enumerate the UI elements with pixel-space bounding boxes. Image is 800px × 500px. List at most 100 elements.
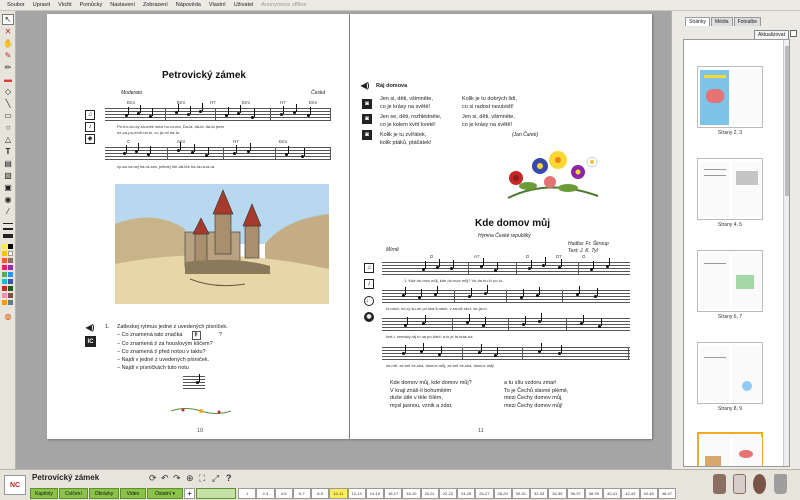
note-tool-icon[interactable]: ▤ [2,158,14,169]
color-swatch[interactable] [2,300,7,305]
speaker-icon[interactable]: ◀) [360,81,370,91]
menu-uzivatel[interactable]: Uživatel [230,2,258,8]
timeline-page[interactable]: 14-15 [365,488,384,499]
thumbnail-pages-4-5[interactable] [697,158,763,220]
timeline-page[interactable]: 20-21 [420,488,439,499]
camera-icon[interactable]: ◙ [362,114,372,124]
refresh-icon[interactable]: ⟳ [149,474,157,483]
color-swatch[interactable] [2,272,7,277]
menu-soubor[interactable]: Soubor [3,2,29,8]
audio-track-icon[interactable]: ♪ [364,279,374,289]
speaker-icon[interactable]: ◀) [85,323,95,333]
timeline-page[interactable]: 22-23 [438,488,457,499]
menu-pomucky[interactable]: Pomůcky [76,2,107,8]
menu-napoveda[interactable]: Nápověda [172,2,205,8]
tab-pages[interactable]: Stránky [685,17,710,26]
timeline-page[interactable]: 4-5 [274,488,293,499]
menu-vlozit[interactable]: Vložit [54,2,75,8]
timeline-page[interactable]: 38-39 [584,488,603,499]
timeline-page[interactable]: 24-25 [457,488,476,499]
bookmark-slot[interactable] [196,488,236,499]
help-icon[interactable]: ? [226,474,232,483]
timeline-page[interactable]: 40-41 [603,488,622,499]
menu-vlastni[interactable]: Vlastní [205,2,230,8]
triangle-tool-icon[interactable]: △ [2,134,14,145]
color-swatch[interactable] [8,279,13,284]
camera-icon[interactable]: ◙ [362,99,372,109]
thumbnail-scrollbar[interactable] [783,40,789,466]
zoom-in-icon[interactable]: ⊕ [186,474,194,483]
color-swatch[interactable] [8,286,13,291]
panel-option-checkbox[interactable] [790,30,797,37]
timeline-page[interactable]: 28-29 [493,488,512,499]
interactive-exercise-icon[interactable]: IC [85,336,96,347]
menu-nastaveni[interactable]: Nastavení [106,2,139,8]
eraser-tool-icon[interactable]: ◇ [2,86,14,97]
rectangle-tool-icon[interactable]: ▭ [2,110,14,121]
timeline-page[interactable]: 16-17 [384,488,403,499]
color-swatch[interactable] [8,272,13,277]
cross-pointer-tool-icon[interactable]: ✕ [2,26,14,37]
timeline-page[interactable]: 42-43 [621,488,640,499]
sheet-music-icon[interactable]: ♫ [85,110,95,120]
timeline-page[interactable]: 44-45 [639,488,658,499]
highlighter-tool-icon[interactable]: ▬ [2,74,14,85]
shape-tool-icon[interactable]: ▧ [2,170,14,181]
redo-icon[interactable]: ↷ [173,474,181,483]
color-swatch[interactable] [8,300,13,305]
timeline-page[interactable]: 2-3 [256,488,275,499]
timeline-page[interactable]: 32-33 [530,488,549,499]
timeline-page[interactable]: 12-13 [347,488,366,499]
add-icon[interactable]: + [184,488,195,499]
color-swatch[interactable] [2,244,7,249]
tab-video[interactable]: Video [120,488,146,499]
text-tool-icon[interactable]: T [2,146,14,157]
tab-photoalbum[interactable]: Fotoalbe [733,17,762,26]
color-swatch[interactable] [8,293,13,298]
color-swatch[interactable] [2,265,7,270]
audio-track-icon[interactable]: ♪ [85,122,95,132]
hand-tool-icon[interactable]: ✋ [2,38,14,49]
color-swatch[interactable] [8,265,13,270]
line-width-thin[interactable] [3,223,13,224]
pencil-tool-icon[interactable]: ✏ [2,62,14,73]
line-tool-icon[interactable]: ╲ [2,98,14,109]
instrument-icon[interactable]: ♩ [364,296,374,306]
fill-tool-icon[interactable]: ◉ [2,194,14,205]
timeline-page[interactable]: 26-27 [475,488,494,499]
record-disc-icon[interactable]: ◉ [364,312,374,322]
palette-icon[interactable]: ◍ [2,311,14,322]
thumbnail-pages-2-3[interactable] [697,66,763,128]
timeline-page[interactable]: 34-35 [548,488,567,499]
timeline-page[interactable]: 6-7 [292,488,311,499]
undo-icon[interactable]: ↶ [161,474,169,483]
tab-chapters[interactable]: Kapitoly [30,488,58,499]
thumbnail-pages-8-9[interactable] [697,342,763,404]
notes-icon[interactable] [733,474,746,494]
eyedropper-tool-icon[interactable]: ⁄ [2,206,14,217]
red-pen-tool-icon[interactable]: ✎ [2,50,14,61]
tab-other[interactable]: Ostatní ▾ [147,488,183,499]
timeline-page[interactable]: 30-31 [511,488,530,499]
timeline-page[interactable]: 8-9 [311,488,330,499]
fit-page-icon[interactable]: ⛶ [199,474,205,483]
timeline-page[interactable]: 36-37 [566,488,585,499]
gallery-icon[interactable] [753,474,766,494]
timeline-page[interactable]: 46-47 [657,488,676,499]
color-swatch[interactable] [8,244,13,249]
color-swatch[interactable] [2,293,7,298]
line-width-thick[interactable] [3,234,13,238]
menu-upravit[interactable]: Upravit [29,2,54,8]
color-swatch[interactable] [8,251,13,256]
color-swatch[interactable] [2,258,7,263]
thumbnail-pages-6-7[interactable] [697,250,763,312]
quiz-icon[interactable]: ◈ [85,134,95,144]
color-swatch[interactable] [2,279,7,284]
color-swatch[interactable] [8,258,13,263]
timeline-page[interactable]: 1 [238,488,257,499]
pointer-tool-icon[interactable]: ↖ [2,14,14,25]
menu-zobrazeni[interactable]: Zobrazení [139,2,172,8]
color-swatch[interactable] [2,286,7,291]
ellipse-tool-icon[interactable]: ○ [2,122,14,133]
tab-media[interactable]: Média [710,17,733,26]
